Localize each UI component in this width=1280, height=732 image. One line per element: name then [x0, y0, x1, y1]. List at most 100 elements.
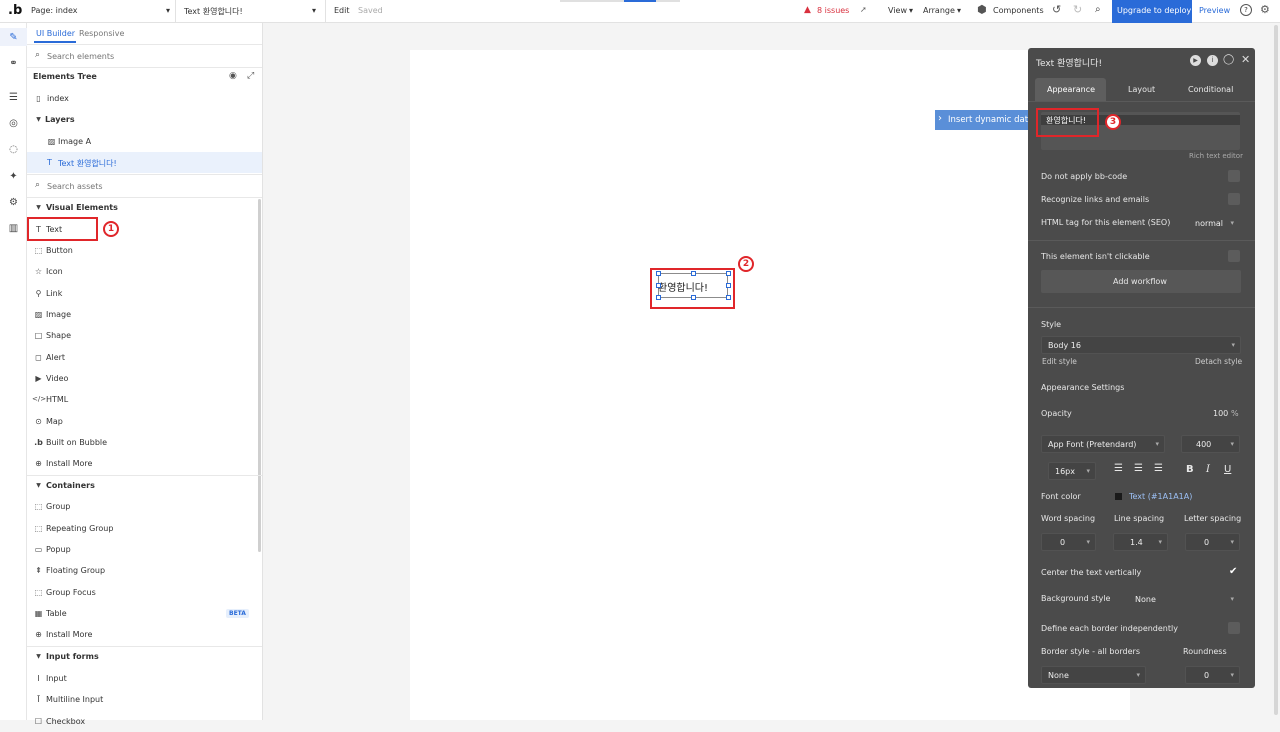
container-item-group[interactable]: ⬚ Group	[27, 496, 262, 517]
plugins-icon[interactable]: ✦	[7, 170, 20, 183]
logs-icon[interactable]: ▥	[7, 222, 20, 235]
tab-responsive[interactable]: Responsive	[79, 29, 124, 38]
element-item-icon[interactable]: ☆ Icon	[27, 261, 262, 282]
styles-icon[interactable]: ◎	[7, 117, 20, 130]
not-clickable-checkbox[interactable]	[1228, 250, 1240, 262]
play-icon[interactable]: ▶	[1190, 55, 1201, 66]
search-assets-input[interactable]	[47, 179, 247, 193]
container-item-floating-group[interactable]: ⇞ Floating Group	[27, 560, 262, 581]
redo-icon[interactable]: ↻	[1073, 3, 1082, 16]
tree-item-layers[interactable]: ▼ Layers	[27, 109, 262, 130]
element-item-install-more[interactable]: ⊕ Install More	[27, 453, 262, 474]
input-item-input[interactable]: I Input	[27, 668, 262, 689]
section-input-forms[interactable]: ▼ Input forms	[27, 646, 262, 667]
tab-ui-builder[interactable]: UI Builder	[36, 29, 75, 38]
eye-icon[interactable]: ◉	[229, 71, 237, 81]
bbcode-checkbox[interactable]	[1228, 170, 1240, 182]
page-select[interactable]: Page: index ▾	[24, 0, 176, 23]
page-canvas[interactable]: 환영합니다! 2	[410, 50, 1130, 720]
search-elements-input[interactable]	[47, 49, 247, 63]
element-item-map[interactable]: ⊙ Map	[27, 411, 262, 432]
font-weight-select[interactable]: 400 ▾	[1181, 435, 1240, 453]
database-icon[interactable]: ☰	[7, 91, 20, 104]
container-item-repeating-group[interactable]: ⬚ Repeating Group	[27, 518, 262, 539]
expand-icon[interactable]: ⤢	[247, 71, 254, 81]
opacity-value[interactable]: 100	[1213, 409, 1228, 418]
tree-item-text[interactable]: T Text 환영합니다!	[27, 152, 262, 173]
element-item-built-on-bubble[interactable]: .b Built on Bubble	[27, 432, 262, 453]
section-containers[interactable]: ▼ Containers	[27, 475, 262, 496]
container-item-install-more[interactable]: ⊕ Install More	[27, 624, 262, 645]
edit-style-link[interactable]: Edit style	[1042, 357, 1077, 366]
search-icon[interactable]: ⌕	[1095, 4, 1101, 15]
tab-layout[interactable]: Layout	[1128, 85, 1155, 94]
issues-link[interactable]: 8 issues	[817, 6, 849, 15]
roundness-input[interactable]: 0 ▾	[1185, 666, 1240, 684]
workflow-icon[interactable]: ⚭	[7, 57, 20, 70]
italic-icon[interactable]: I	[1206, 464, 1210, 475]
cursor-icon[interactable]: ➚	[860, 5, 867, 14]
tab-conditional[interactable]: Conditional	[1188, 85, 1233, 94]
components-button[interactable]: Components	[993, 6, 1044, 15]
rich-text-editor-link[interactable]: Rich text editor	[1189, 152, 1243, 160]
insert-dynamic-data-button[interactable]: › Insert dynamic data	[935, 110, 1037, 130]
chat-icon[interactable]: ◌	[7, 143, 20, 156]
pencil-icon[interactable]: ✎	[7, 31, 20, 44]
tree-item-label: Layers	[45, 115, 75, 124]
input-item-multiline-input[interactable]: Ī Multiline Input	[27, 689, 262, 710]
view-menu[interactable]: View	[888, 6, 907, 15]
info-icon[interactable]: i	[1207, 55, 1218, 66]
element-item-alert[interactable]: ◻ Alert	[27, 347, 262, 368]
align-left-icon[interactable]: ☰	[1114, 463, 1123, 474]
underline-icon[interactable]: U	[1224, 464, 1231, 475]
line-spacing-select[interactable]: 1.4 ▾	[1113, 533, 1168, 551]
font-color-value[interactable]: Text (#1A1A1A)	[1129, 492, 1192, 501]
style-select[interactable]: Body 16 ▾	[1041, 336, 1241, 354]
close-icon[interactable]: ✕	[1241, 53, 1250, 66]
letter-spacing-select[interactable]: 0 ▾	[1185, 533, 1240, 551]
element-item-button[interactable]: ⬚ Button	[27, 240, 262, 261]
container-item-table[interactable]: ▦ Table BETA	[27, 603, 262, 624]
checkmark-icon[interactable]: ✔	[1229, 566, 1237, 577]
align-center-icon[interactable]: ☰	[1134, 463, 1143, 474]
bold-icon[interactable]: B	[1186, 464, 1194, 475]
links-checkbox[interactable]	[1228, 193, 1240, 205]
tab-appearance[interactable]: Appearance	[1035, 78, 1106, 101]
font-size-select[interactable]: 16px ▾	[1048, 462, 1096, 480]
element-item-shape[interactable]: □ Shape	[27, 325, 262, 346]
border-independent-label: Define each border independently	[1041, 624, 1178, 633]
canvas-scrollbar[interactable]	[1274, 25, 1278, 715]
element-select[interactable]: Text 환영합니다! ▾	[178, 0, 326, 23]
font-color-swatch[interactable]	[1115, 493, 1122, 500]
element-item-link[interactable]: ⚲ Link	[27, 283, 262, 304]
border-style-select[interactable]: None ▾	[1041, 666, 1146, 684]
comment-icon[interactable]: ◯	[1223, 54, 1234, 65]
undo-icon[interactable]: ↺	[1052, 3, 1061, 16]
container-item-group-focus[interactable]: ⬚ Group Focus	[27, 582, 262, 603]
element-item-video[interactable]: ▶ Video	[27, 368, 262, 389]
property-editor-title: Text 환영합니다!	[1036, 59, 1103, 69]
tree-item-index[interactable]: ▯ index	[27, 88, 262, 109]
input-item-checkbox[interactable]: ☐ Checkbox	[27, 711, 262, 732]
detach-style-link[interactable]: Detach style	[1195, 357, 1242, 366]
arrange-menu[interactable]: Arrange	[923, 6, 955, 15]
element-item-image[interactable]: ▨ Image	[27, 304, 262, 325]
html-tag-select[interactable]: normal ▾	[1188, 214, 1240, 232]
word-spacing-select[interactable]: 0 ▾	[1041, 533, 1096, 551]
settings-icon[interactable]: ⚙	[1260, 3, 1270, 16]
preview-button[interactable]: Preview	[1199, 6, 1230, 15]
gear-icon[interactable]: ⚙	[7, 196, 20, 209]
align-right-icon[interactable]: ☰	[1154, 463, 1163, 474]
bubble-logo[interactable]: .b	[8, 3, 22, 18]
section-visual-elements[interactable]: ▼ Visual Elements	[27, 197, 262, 218]
element-item-html[interactable]: </> HTML	[27, 389, 262, 410]
border-independent-checkbox[interactable]	[1228, 622, 1240, 634]
tree-item-image-a[interactable]: ▨ Image A	[27, 131, 262, 152]
container-item-popup[interactable]: ▭ Popup	[27, 539, 262, 560]
add-workflow-button[interactable]: Add workflow	[1041, 270, 1241, 293]
font-family-select[interactable]: App Font (Pretendard) ▾	[1041, 435, 1165, 453]
upgrade-to-deploy-button[interactable]: Upgrade to deploy	[1112, 0, 1192, 23]
help-icon[interactable]: ?	[1240, 4, 1252, 16]
background-style-select[interactable]: None ▾	[1128, 590, 1240, 608]
edit-menu[interactable]: Edit	[334, 6, 350, 15]
